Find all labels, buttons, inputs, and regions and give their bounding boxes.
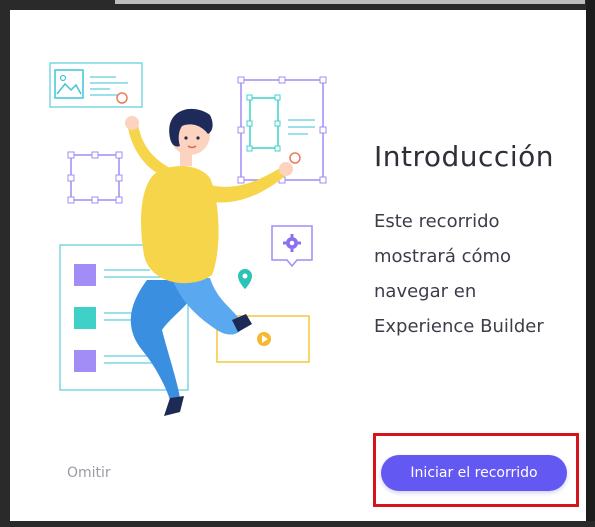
image-card-graphic <box>49 62 143 108</box>
description-line: Este recorrido <box>374 211 500 232</box>
screen: Introducción Este recorrido mostrará cóm… <box>0 0 595 527</box>
skip-link[interactable]: Omitir <box>67 465 111 481</box>
map-pin-graphic <box>238 269 252 289</box>
description-line: mostrará cómo <box>374 246 512 267</box>
person-graphic <box>125 108 293 416</box>
backdrop-left <box>0 0 10 527</box>
welcome-tour-dialog: Introducción Este recorrido mostrará cóm… <box>10 10 586 521</box>
backdrop-bottom <box>0 521 595 527</box>
tour-intro-illustration <box>49 62 327 416</box>
description-line: Experience Builder <box>374 316 544 337</box>
dialog-description: Este recorrido mostrará cómo navegar en … <box>374 204 574 344</box>
description-line: navegar en <box>374 281 477 302</box>
backdrop-right <box>586 0 595 527</box>
start-tour-button[interactable]: Iniciar el recorrido <box>381 455 567 491</box>
backdrop-top <box>0 0 595 10</box>
gear-bubble-graphic <box>271 225 313 268</box>
selection-box-left <box>67 151 123 204</box>
dialog-title: Introducción <box>374 140 554 173</box>
